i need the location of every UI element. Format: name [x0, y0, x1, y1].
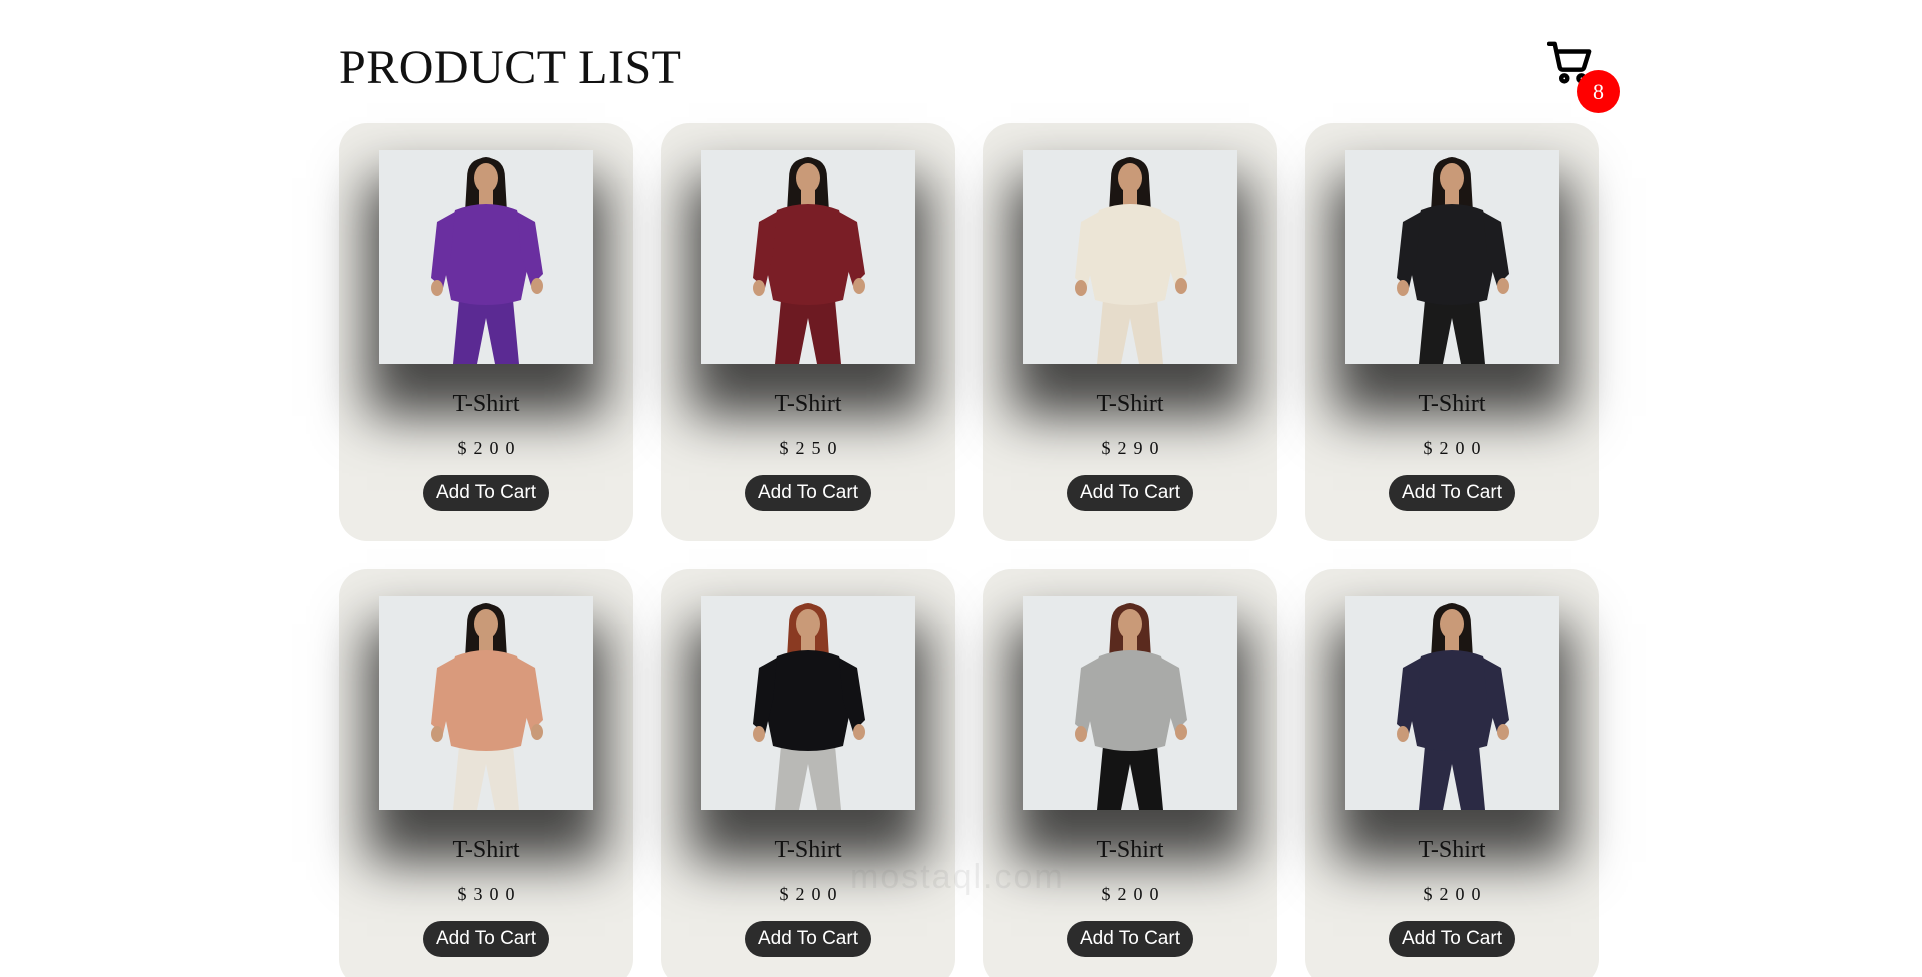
product-image[interactable] [1023, 150, 1237, 364]
product-card: T-Shirt $200 Add To Cart [1305, 123, 1599, 541]
add-to-cart-button[interactable]: Add To Cart [1389, 921, 1515, 957]
product-card: T-Shirt $300 Add To Cart [339, 569, 633, 977]
product-image[interactable] [1023, 596, 1237, 810]
product-price: $200 [1101, 884, 1166, 904]
product-image[interactable] [379, 596, 593, 810]
page-header: PRODUCT LIST 8 [339, 0, 1620, 123]
page-title: PRODUCT LIST [339, 41, 682, 94]
product-image[interactable] [701, 596, 915, 810]
page-container: PRODUCT LIST 8 T-Shirt $200 Add To Cart … [339, 0, 1620, 977]
cart-button[interactable]: 8 [1547, 40, 1620, 113]
product-name: T-Shirt [774, 837, 842, 863]
product-name: T-Shirt [1418, 837, 1486, 863]
product-image[interactable] [701, 150, 915, 364]
product-card: T-Shirt $250 Add To Cart [661, 123, 955, 541]
product-photo [1345, 596, 1559, 810]
product-image[interactable] [1345, 596, 1559, 810]
add-to-cart-button[interactable]: Add To Cart [1389, 475, 1515, 511]
product-name: T-Shirt [774, 391, 842, 417]
product-image[interactable] [1345, 150, 1559, 364]
product-name: T-Shirt [452, 391, 520, 417]
product-name: T-Shirt [1418, 391, 1486, 417]
product-card: T-Shirt $200 Add To Cart [339, 123, 633, 541]
product-photo [701, 596, 915, 810]
product-card: T-Shirt $200 Add To Cart [1305, 569, 1599, 977]
product-price: $290 [1101, 438, 1166, 458]
product-price: $300 [457, 884, 522, 904]
add-to-cart-button[interactable]: Add To Cart [423, 921, 549, 957]
product-card: T-Shirt $200 Add To Cart [983, 569, 1277, 977]
add-to-cart-button[interactable]: Add To Cart [1067, 475, 1193, 511]
product-name: T-Shirt [1096, 391, 1164, 417]
product-photo [1345, 150, 1559, 364]
cart-count-badge: 8 [1577, 70, 1620, 113]
product-photo [701, 150, 915, 364]
product-photo [1023, 596, 1237, 810]
product-price: $200 [779, 884, 844, 904]
product-photo [379, 150, 593, 364]
product-price: $200 [457, 438, 522, 458]
product-photo [1023, 150, 1237, 364]
product-card: T-Shirt $290 Add To Cart [983, 123, 1277, 541]
product-image[interactable] [379, 150, 593, 364]
product-price: $250 [779, 438, 844, 458]
product-price: $200 [1423, 438, 1488, 458]
add-to-cart-button[interactable]: Add To Cart [1067, 921, 1193, 957]
product-grid: T-Shirt $200 Add To Cart T-Shirt $250 Ad… [339, 123, 1599, 977]
product-name: T-Shirt [452, 837, 520, 863]
add-to-cart-button[interactable]: Add To Cart [745, 921, 871, 957]
product-name: T-Shirt [1096, 837, 1164, 863]
add-to-cart-button[interactable]: Add To Cart [745, 475, 871, 511]
product-photo [379, 596, 593, 810]
add-to-cart-button[interactable]: Add To Cart [423, 475, 549, 511]
product-card: T-Shirt $200 Add To Cart [661, 569, 955, 977]
product-price: $200 [1423, 884, 1488, 904]
